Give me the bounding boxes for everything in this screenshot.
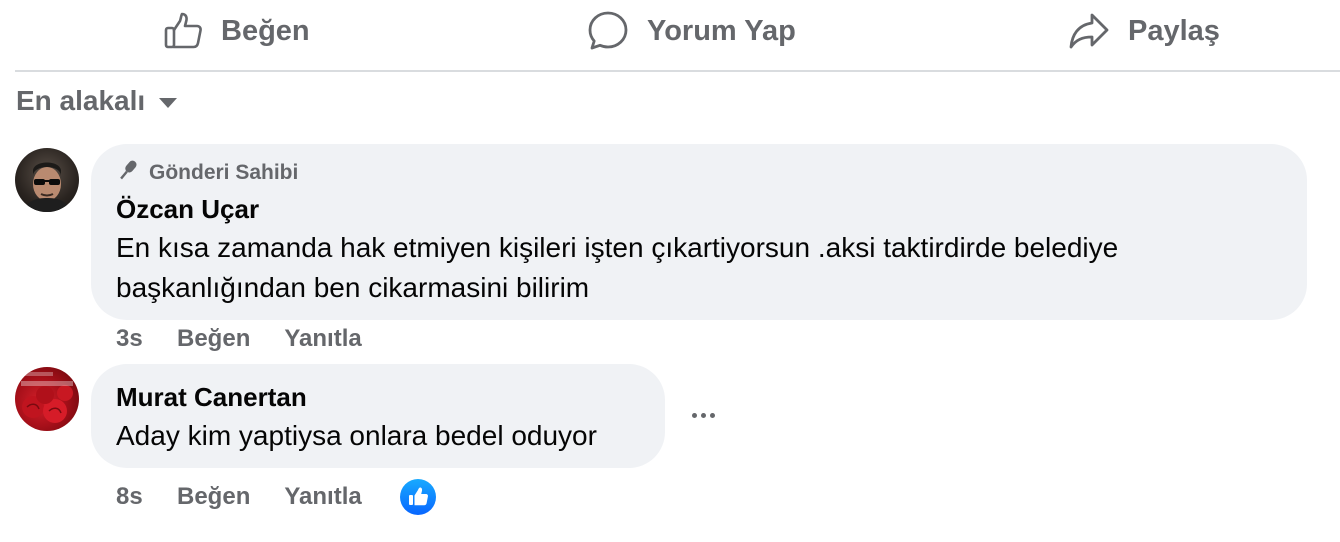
comment-bubble-icon (587, 10, 629, 52)
comment-button[interactable]: Yorum Yap (587, 8, 796, 54)
comment-author[interactable]: Özcan Uçar (116, 194, 259, 225)
like-reaction-icon[interactable] (399, 479, 436, 515)
sort-label: En alakalı (16, 85, 146, 116)
share-button-label: Paylaş (1128, 14, 1220, 47)
author-badge: Gönderi Sahibi (115, 158, 298, 188)
avatar[interactable] (15, 148, 79, 212)
comment-meta: 8s Beğen Yanıtla (116, 479, 436, 515)
share-arrow-icon (1068, 11, 1110, 51)
comment-time[interactable]: 3s (116, 325, 177, 353)
comment-button-label: Yorum Yap (647, 14, 796, 47)
caret-down-icon (159, 98, 178, 108)
comment-time[interactable]: 8s (116, 483, 177, 511)
microphone-icon (115, 158, 141, 188)
comment-bubble: Gönderi Sahibi Özcan Uçar En kısa zamand… (91, 144, 1307, 320)
post-action-bar: Beğen Yorum Yap Paylaş (15, 0, 1340, 72)
comment-bubble: Murat Canertan Aday kim yaptiysa onlara … (91, 364, 665, 468)
user-photo-icon (23, 162, 71, 212)
comment-author[interactable]: Murat Canertan (116, 382, 307, 413)
share-button[interactable]: Paylaş (1068, 8, 1220, 54)
comment-text: En kısa zamanda hak etmiyen kişileri işt… (116, 232, 1119, 303)
comment-text: Aday kim yaptiysa onlara bedel oduyor (116, 420, 597, 451)
comment-reply-link[interactable]: Yanıtla (284, 483, 361, 511)
comment-meta: 3s Beğen Yanıtla (116, 324, 396, 354)
author-badge-label: Gönderi Sahibi (149, 161, 299, 184)
like-button-label: Beğen (221, 14, 310, 47)
thumbs-up-icon (163, 11, 203, 51)
dot-icon (709, 412, 715, 418)
more-options-button[interactable] (686, 402, 720, 428)
dot-icon (691, 412, 697, 418)
dot-icon (700, 412, 706, 418)
like-button[interactable]: Beğen (163, 8, 310, 54)
comment-reply-link[interactable]: Yanıtla (284, 325, 361, 353)
comments-panel: Beğen Yorum Yap Paylaş En alakalı Gönder… (0, 0, 1340, 542)
comment-sort-dropdown[interactable]: En alakalı (16, 82, 178, 120)
avatar[interactable] (15, 367, 79, 431)
comment-like-link[interactable]: Beğen (177, 325, 250, 353)
roses-photo-icon (21, 372, 73, 423)
comment-like-link[interactable]: Beğen (177, 483, 250, 511)
